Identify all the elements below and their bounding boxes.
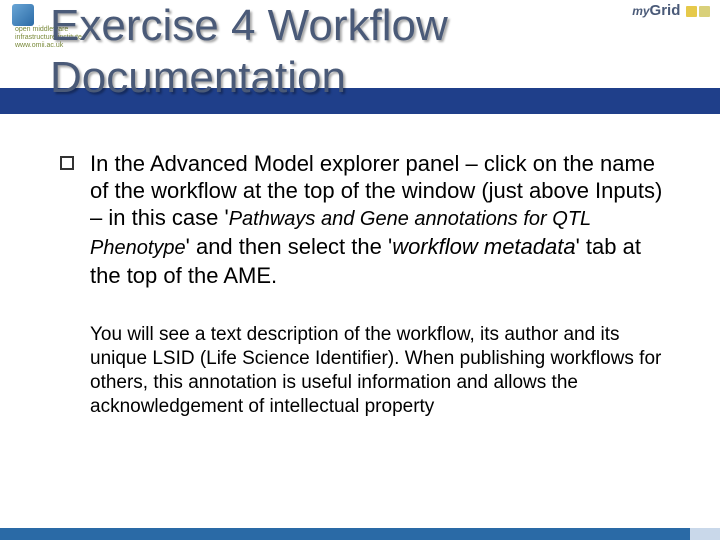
- omii-cube-icon: [12, 4, 34, 26]
- bullet-icon: [60, 156, 74, 170]
- footer-corner: [690, 528, 720, 540]
- paragraph-1: In the Advanced Model explorer panel – c…: [90, 150, 670, 289]
- slide-title: Exercise 4 Workflow Documentation: [50, 0, 690, 104]
- p1-text: ' and then select the ': [186, 234, 393, 259]
- grid-square-icon: [699, 6, 710, 17]
- p1-italic-2: workflow metadata: [392, 234, 575, 259]
- slide-body: In the Advanced Model explorer panel – c…: [60, 150, 670, 419]
- slide: open middleware infrastructure institute…: [0, 0, 720, 540]
- bullet-item: In the Advanced Model explorer panel – c…: [60, 150, 670, 289]
- paragraph-2: You will see a text description of the w…: [90, 323, 670, 419]
- footer-bar: [0, 528, 720, 540]
